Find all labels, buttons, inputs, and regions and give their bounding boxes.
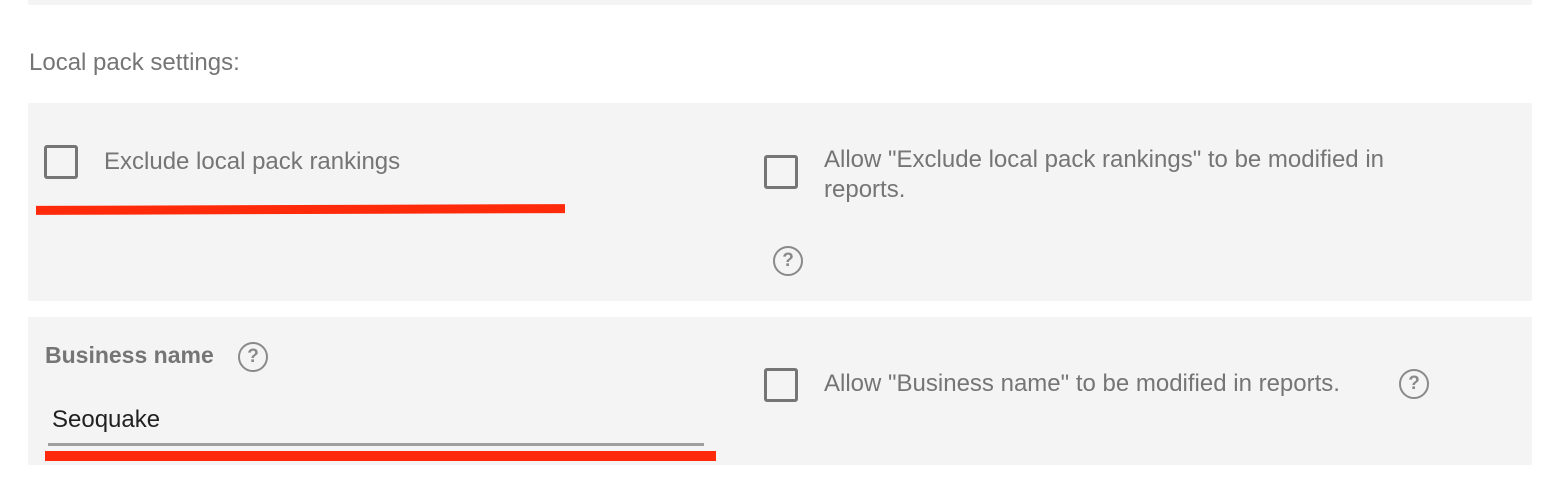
exclude-local-pack-checkbox[interactable] (44, 145, 78, 179)
business-name-input[interactable] (48, 396, 704, 446)
allow-exclude-modify-label-line2: reports. (824, 176, 906, 203)
help-circle-icon[interactable]: ? (238, 342, 268, 372)
red-underline-annotation (35, 204, 566, 215)
allow-business-name-modify-checkbox[interactable] (764, 368, 798, 402)
allow-exclude-modify-label[interactable]: Allow "Exclude local pack rankings" to b… (824, 145, 1384, 205)
red-underline-annotation (45, 451, 716, 461)
exclude-local-pack-label[interactable]: Exclude local pack rankings (104, 147, 400, 177)
previous-settings-panel (28, 0, 1532, 5)
allow-exclude-modify-checkbox[interactable] (764, 155, 798, 189)
help-circle-icon[interactable]: ? (773, 246, 803, 276)
allow-business-name-modify-label[interactable]: Allow "Business name" to be modified in … (824, 369, 1340, 399)
section-title: Local pack settings: (29, 49, 240, 76)
allow-exclude-modify-label-line1: Allow "Exclude local pack rankings" to b… (824, 146, 1384, 173)
help-circle-icon[interactable]: ? (1399, 369, 1429, 399)
business-name-label: Business name (45, 342, 214, 368)
